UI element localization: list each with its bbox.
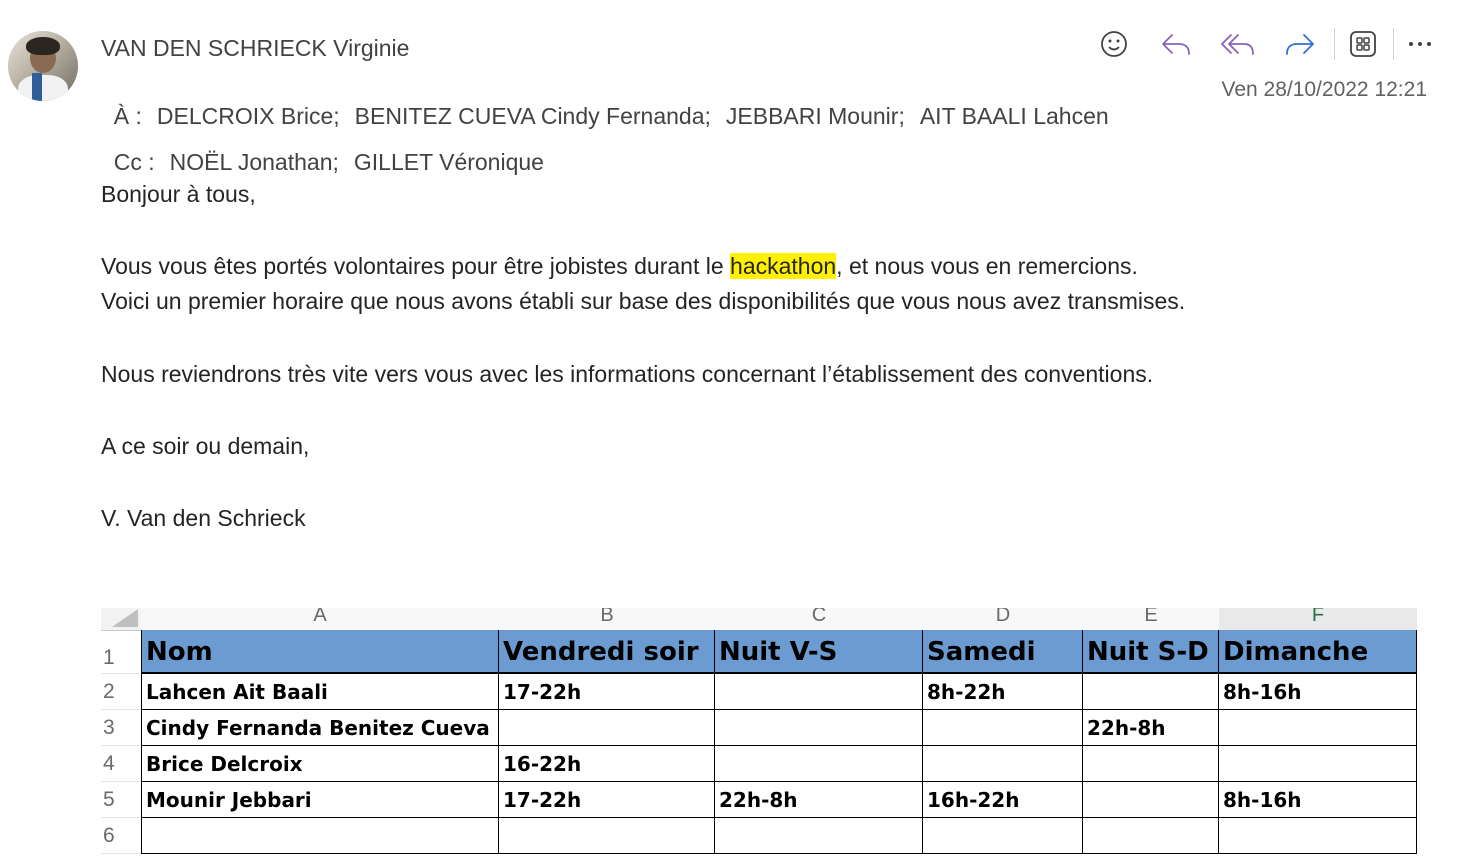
reply-button[interactable] xyxy=(1156,26,1196,62)
table-cell: 8h-22h xyxy=(923,674,1083,710)
row-number: 5 xyxy=(101,782,141,818)
column-header: A xyxy=(141,608,500,631)
more-options-button[interactable] xyxy=(1400,26,1440,62)
to-recipient[interactable]: JEBBARI Mounir; xyxy=(726,103,905,129)
table-cell: Brice Delcroix xyxy=(141,746,499,782)
greeting: Bonjour à tous, xyxy=(101,181,256,207)
table-cell: 22h-8h xyxy=(715,782,923,818)
row-number: 3 xyxy=(101,710,141,746)
header-cell: Nom xyxy=(141,630,499,674)
cc-line: Cc : NOËL Jonathan; GILLET Véronique xyxy=(101,122,559,176)
emoji-react-button[interactable] xyxy=(1094,26,1134,62)
cc-recipient[interactable]: GILLET Véronique xyxy=(354,149,544,175)
reply-all-icon xyxy=(1221,34,1254,55)
table-cell xyxy=(1219,710,1417,746)
toolbar-divider xyxy=(1393,28,1394,60)
table-cell: 22h-8h xyxy=(1083,710,1219,746)
sender-name[interactable]: VAN DEN SCHRIECK Virginie xyxy=(101,35,409,62)
table-cell xyxy=(923,818,1083,854)
table-cell xyxy=(715,818,923,854)
table-cell xyxy=(1083,782,1219,818)
row-number: 2 xyxy=(101,674,141,710)
more-icon xyxy=(1409,42,1431,46)
table-cell xyxy=(1083,674,1219,710)
signature: V. Van den Schrieck xyxy=(101,505,306,531)
reply-all-button[interactable] xyxy=(1218,26,1258,62)
body-line-1: Vous vous êtes portés volontaires pour ê… xyxy=(101,253,1138,280)
table-cell: 17-22h xyxy=(499,782,715,818)
table-cell xyxy=(1083,746,1219,782)
column-header: C xyxy=(715,608,924,631)
column-header: B xyxy=(499,608,716,631)
emoji-icon xyxy=(1101,31,1127,57)
to-recipient[interactable]: AIT BAALI Lahcen xyxy=(920,103,1109,129)
table-cell xyxy=(715,710,923,746)
column-header: F xyxy=(1219,608,1417,632)
table-cell xyxy=(923,710,1083,746)
header-cell: Samedi xyxy=(923,630,1083,674)
table-cell xyxy=(1083,818,1219,854)
highlighted-word: hackathon xyxy=(730,253,837,279)
forward-button[interactable] xyxy=(1280,26,1320,62)
body-line-3: Nous reviendrons très vite vers vous ave… xyxy=(101,361,1154,387)
select-all-corner xyxy=(101,608,142,631)
table-cell: 8h-16h xyxy=(1219,674,1417,710)
table-cell: 16h-22h xyxy=(923,782,1083,818)
table-cell xyxy=(499,710,715,746)
table-cell: Cindy Fernanda Benitez Cueva xyxy=(141,710,499,746)
apps-icon xyxy=(1350,31,1376,57)
body-line-4: A ce soir ou demain, xyxy=(101,433,310,459)
forward-icon xyxy=(1286,34,1314,55)
avatar-shirt xyxy=(18,75,68,101)
reply-icon xyxy=(1162,34,1190,55)
table-cell xyxy=(141,818,499,854)
header-cell: Nuit S-D xyxy=(1083,630,1219,674)
table-cell: 16-22h xyxy=(499,746,715,782)
body-line-2: Voici un premier horaire que nous avons … xyxy=(101,288,1186,314)
table-cell: Mounir Jebbari xyxy=(141,782,499,818)
table-cell xyxy=(715,746,923,782)
table-cell xyxy=(923,746,1083,782)
schedule-spreadsheet-image: A B C D E F 1 2 3 4 5 6 Nom Vendredi soir Nuit V-S Same… xyxy=(101,608,1417,856)
body-text: Vous vous êtes portés volontaires pour ê… xyxy=(101,253,731,279)
header-cell: Nuit V-S xyxy=(715,630,923,674)
table-cell: 8h-16h xyxy=(1219,782,1417,818)
table-cell xyxy=(499,818,715,854)
cc-recipient[interactable]: NOËL Jonathan; xyxy=(170,149,339,175)
message-actions xyxy=(1094,26,1440,62)
table-cell xyxy=(1219,746,1417,782)
cc-label: Cc : xyxy=(113,149,155,175)
apps-button[interactable] xyxy=(1343,26,1383,62)
avatar-hair xyxy=(26,37,60,55)
column-header: D xyxy=(923,608,1084,631)
toolbar-divider xyxy=(1334,28,1335,60)
sent-date: Ven 28/10/2022 12:21 xyxy=(1221,78,1427,101)
header-cell: Vendredi soir xyxy=(499,630,715,674)
row-number: 6 xyxy=(101,818,141,854)
table-cell xyxy=(715,674,923,710)
header-cell: Dimanche xyxy=(1219,630,1417,674)
table-cell: Lahcen Ait Baali xyxy=(141,674,499,710)
table-cell xyxy=(1219,818,1417,854)
column-header: E xyxy=(1083,608,1220,631)
table-cell: 17-22h xyxy=(499,674,715,710)
row-number: 4 xyxy=(101,746,141,782)
row-number: 1 xyxy=(101,630,141,674)
avatar-scarf xyxy=(32,73,42,101)
body-text: , et nous vous en remercions. xyxy=(836,253,1138,279)
sender-avatar[interactable] xyxy=(8,31,78,101)
